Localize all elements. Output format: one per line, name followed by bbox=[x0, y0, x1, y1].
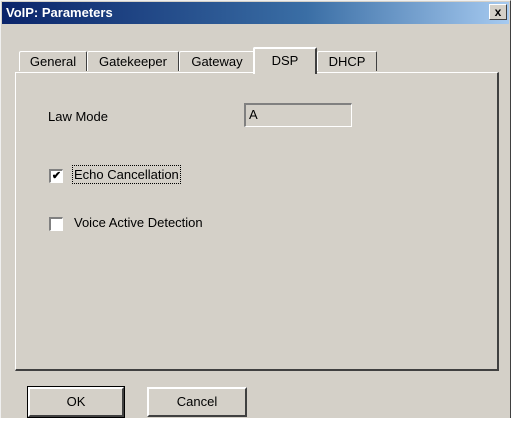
tab-gatekeeper-label: Gatekeeper bbox=[99, 54, 167, 69]
tab-gateway-label: Gateway bbox=[191, 54, 243, 69]
law-mode-field[interactable]: A bbox=[244, 103, 352, 127]
echo-cancellation-checkbox[interactable]: ✔ bbox=[49, 169, 63, 183]
cancel-button[interactable]: Cancel bbox=[147, 387, 247, 417]
tab-general[interactable]: General bbox=[19, 51, 87, 71]
close-icon: x bbox=[494, 5, 502, 19]
window-title: VoIP: Parameters bbox=[6, 5, 113, 20]
close-button[interactable]: x bbox=[489, 4, 507, 20]
voice-active-detection-checkbox[interactable] bbox=[49, 217, 63, 231]
tab-general-label: General bbox=[29, 54, 77, 69]
tab-gatekeeper[interactable]: Gatekeeper bbox=[87, 51, 179, 71]
voip-parameters-dialog: VoIP: Parameters x General Gatekeeper Ga… bbox=[0, 0, 511, 429]
tab-dsp-label: DSP bbox=[271, 53, 299, 68]
tab-dhcp[interactable]: DHCP bbox=[317, 51, 377, 71]
title-bar[interactable]: VoIP: Parameters x bbox=[2, 2, 509, 24]
voice-active-detection-label[interactable]: Voice Active Detection bbox=[74, 215, 203, 230]
checkmark-icon: ✔ bbox=[51, 170, 62, 182]
tab-gateway[interactable]: Gateway bbox=[179, 51, 255, 71]
window-bottom-edge bbox=[0, 418, 511, 429]
tab-dsp[interactable]: DSP bbox=[253, 47, 317, 74]
echo-cancellation-label[interactable]: Echo Cancellation bbox=[72, 165, 181, 184]
tab-dhcp-label: DHCP bbox=[328, 54, 366, 69]
law-mode-label: Law Mode bbox=[48, 109, 108, 124]
ok-button[interactable]: OK bbox=[27, 386, 125, 418]
